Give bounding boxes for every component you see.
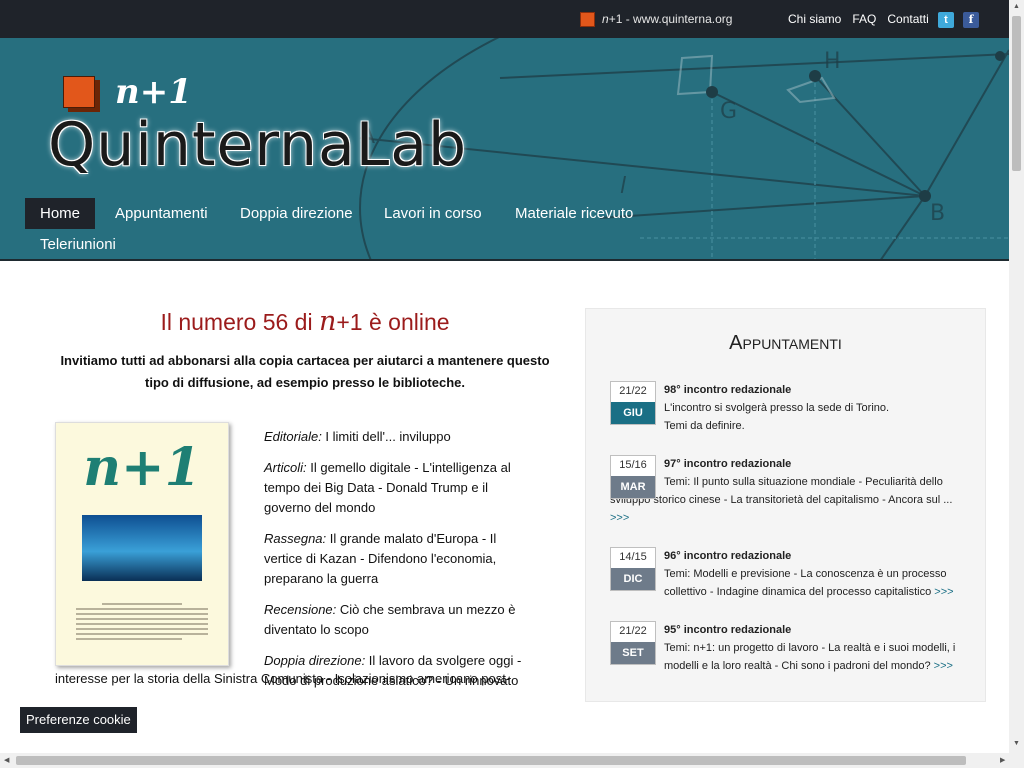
event-desc: Temi: Modelli e previsione - La conoscen… [664,568,947,598]
event-desc: L'incontro si svolgerà presso la sede di… [664,402,890,414]
scroll-right-icon[interactable]: ▶ [1000,756,1005,764]
nav-doppia-direzione[interactable]: Doppia direzione [225,198,368,229]
issue-item-rassegna: Rassegna: Il grande malato d'Europa - Il… [264,531,497,586]
scroll-left-icon[interactable]: ◀ [4,756,9,764]
title-post: +1 è online [336,309,450,335]
horizontal-scrollbar[interactable]: ◀ ▶ [0,753,1024,768]
event-item[interactable]: 21/22 SET 95° incontro redazionale Temi:… [610,621,960,675]
nav-lavori-in-corso[interactable]: Lavori in corso [369,198,497,229]
facebook-icon[interactable]: f [963,12,979,28]
logo-square-icon [63,76,95,108]
nav-materiale-ricevuto[interactable]: Materiale ricevuto [500,198,648,229]
event-item[interactable]: 21/22 GIU 98° incontro redazionale L'inc… [610,381,960,435]
title-n: n [318,306,337,337]
svg-text:B: B [930,201,945,226]
nav-teleriunioni[interactable]: Teleriunioni [25,229,131,259]
nav-appuntamenti[interactable]: Appuntamenti [100,198,223,229]
event-item[interactable]: 15/16 MAR 97° incontro redazionale Temi:… [610,455,960,527]
vertical-scrollbar[interactable]: ▲ ▼ [1009,0,1024,753]
event-more-link[interactable]: >>> [934,660,953,672]
appointments-panel: Appuntamenti 21/22 GIU 98° incontro reda… [585,308,986,702]
logo-title[interactable]: QuinternaLab [48,110,467,180]
twitter-icon[interactable]: t [938,12,954,28]
cover-title: n+1 [83,437,201,498]
top-link-faq[interactable]: FAQ [852,12,876,26]
logo-n1[interactable]: n+1 [115,72,192,112]
svg-text:l: l [620,174,626,199]
issue-item-recensione: Recensione: Ciò che sembrava un mezzo è … [264,602,516,637]
cookie-preferences-button[interactable]: Preferenze cookie [20,707,137,733]
top-nav: Chi siamo FAQ Contatti [788,12,940,26]
event-more-link[interactable]: >>> [934,586,953,598]
cover-image [82,515,202,581]
horizontal-scroll-thumb[interactable] [16,756,966,765]
top-link-chi-siamo[interactable]: Chi siamo [788,12,841,26]
scroll-up-icon[interactable]: ▲ [1013,3,1020,10]
issue-contents: Editoriale: I limiti dell'... inviluppo … [264,427,529,702]
event-title[interactable]: 97° incontro redazionale [664,455,960,473]
appointments-title: Appuntamenti [729,332,842,354]
issue-item-articoli: Articoli: Il gemello digitale - L'intell… [264,460,511,515]
event-desc: Temi da definire. [664,420,745,432]
top-link-contatti[interactable]: Contatti [887,12,928,26]
issue-item-continuation: interesse per la storia della Sinistra C… [55,671,511,686]
event-desc: Temi: Il punto sulla situazione mondiale… [610,476,953,506]
event-date: 14/15 DIC [610,547,656,591]
event-desc: Temi: n+1: un progetto di lavoro - La re… [664,642,956,672]
page-title[interactable]: Il numero 56 di n+1 è online [55,306,555,337]
event-more-link[interactable]: >>> [610,512,629,524]
top-bar: n +1 - www.quinterna.org Chi siamo FAQ C… [0,0,1009,38]
brand-n: n [602,12,609,26]
cover-index-lines [76,603,208,643]
event-title[interactable]: 96° incontro redazionale [664,547,960,565]
vertical-scroll-thumb[interactable] [1012,16,1021,171]
svg-text:G: G [720,99,737,124]
event-date: 21/22 SET [610,621,656,665]
magazine-cover[interactable]: n+1 [55,422,229,666]
issue-item-editoriale: Editoriale: I limiti dell'... inviluppo [264,429,451,444]
site-brand[interactable]: n +1 - www.quinterna.org [580,11,732,27]
brand-url: +1 - www.quinterna.org [608,12,733,26]
site-header: G H B l A n+1 QuinternaLab Home Appuntam… [0,38,1009,261]
event-item[interactable]: 14/15 DIC 96° incontro redazionale Temi:… [610,547,960,601]
nav-home[interactable]: Home [25,198,96,229]
svg-text:H: H [824,49,841,74]
brand-square-icon [580,11,595,27]
event-date: 21/22 GIU [610,381,656,425]
event-title[interactable]: 95° incontro redazionale [664,621,960,639]
intro-text: Invitiamo tutti ad abbonarsi alla copia … [60,353,550,390]
scroll-down-icon[interactable]: ▼ [1013,740,1020,747]
title-pre: Il numero 56 di [160,309,319,335]
event-title[interactable]: 98° incontro redazionale [664,381,960,399]
event-date: 15/16 MAR [610,455,656,499]
